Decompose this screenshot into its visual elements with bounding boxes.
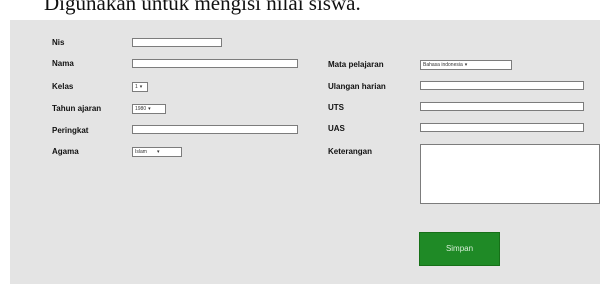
uas-input[interactable]	[420, 123, 584, 132]
grade-form-panel: Nis Nama Kelas 1 ▾ Tahun ajaran 1980 ▾ Per…	[10, 20, 600, 284]
kelas-selected-value: 1	[135, 84, 138, 90]
kelas-label: Kelas	[52, 82, 74, 91]
mata-pelajaran-select[interactable]: Bahasa indonesia ▾	[420, 60, 512, 70]
chevron-down-icon: ▾	[156, 149, 160, 155]
chevron-down-icon: ▾	[139, 84, 143, 90]
uts-label: UTS	[328, 103, 344, 112]
tahun-ajaran-label: Tahun ajaran	[52, 104, 102, 113]
agama-selected-value: Islam	[135, 149, 147, 155]
kelas-select[interactable]: 1 ▾	[132, 82, 148, 92]
chevron-down-icon: ▾	[464, 62, 468, 68]
keterangan-textarea[interactable]	[420, 144, 600, 204]
nama-label: Nama	[52, 59, 74, 68]
page-caption: Digunakan untuk mengisi nilai siswa.	[44, 0, 361, 15]
mata-pelajaran-selected-value: Bahasa indonesia	[423, 62, 463, 68]
tahun-ajaran-selected-value: 1980	[135, 106, 147, 112]
tahun-ajaran-select[interactable]: 1980 ▾	[132, 104, 166, 114]
page: Digunakan untuk mengisi nilai siswa. Nis…	[0, 0, 600, 284]
agama-select[interactable]: Islam ▾	[132, 147, 182, 157]
uas-label: UAS	[328, 124, 345, 133]
mata-pelajaran-label: Mata pelajaran	[328, 60, 384, 69]
uts-input[interactable]	[420, 102, 584, 111]
nama-input[interactable]	[132, 59, 298, 68]
peringkat-input[interactable]	[132, 125, 298, 134]
peringkat-label: Peringkat	[52, 126, 89, 135]
chevron-down-icon: ▾	[148, 106, 151, 112]
keterangan-label: Keterangan	[328, 147, 373, 156]
agama-label: Agama	[52, 147, 79, 156]
nis-label: Nis	[52, 38, 65, 47]
ulangan-harian-input[interactable]	[420, 81, 584, 90]
ulangan-harian-label: Ulangan harian	[328, 82, 386, 91]
nis-input[interactable]	[132, 38, 222, 47]
simpan-button[interactable]: Simpan	[419, 232, 500, 266]
